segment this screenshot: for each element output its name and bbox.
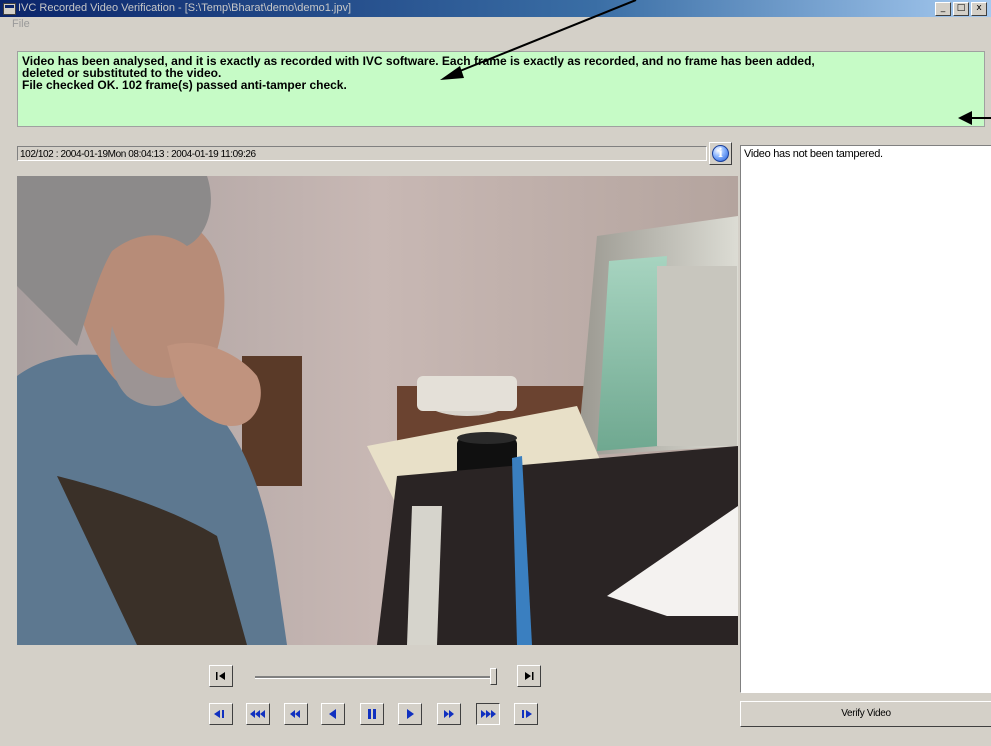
- annotation-arrowhead-2: [958, 111, 972, 125]
- annotation-arrows: [440, 0, 991, 125]
- annotation-arrowhead-1: [440, 66, 464, 80]
- annotation-arrow-1: [449, 0, 637, 76]
